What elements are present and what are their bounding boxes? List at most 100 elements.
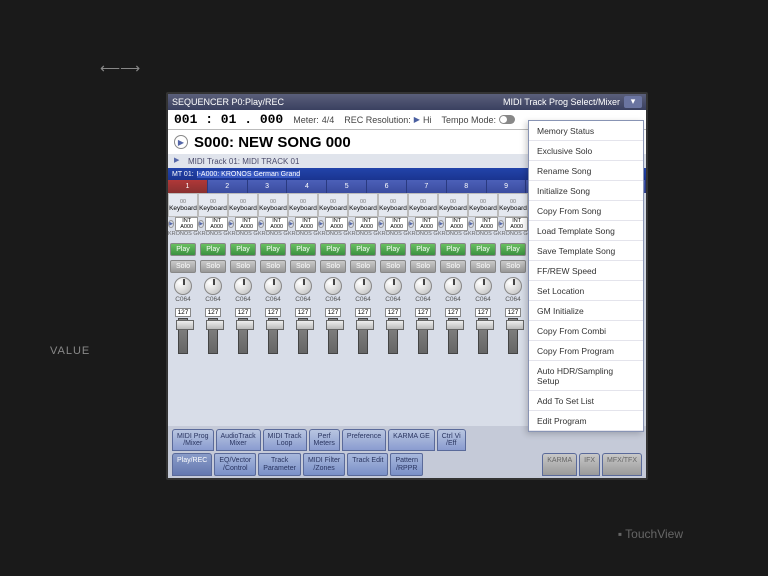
pan-cell[interactable]: C064 (318, 277, 348, 307)
solo-button[interactable]: Solo (290, 260, 316, 273)
track-num-4[interactable]: 4 (287, 180, 327, 193)
bank-prog-cell[interactable]: ▶INT A000 (468, 217, 498, 231)
category-cell[interactable]: 00Keyboard (348, 193, 378, 217)
pan-cell[interactable]: C064 (198, 277, 228, 307)
bank-prog-cell[interactable]: ▶INT A000 (168, 217, 198, 231)
bank-prog-cell[interactable]: ▶INT A000 (318, 217, 348, 231)
pan-knob[interactable] (474, 277, 492, 295)
pan-knob[interactable] (294, 277, 312, 295)
volume-fader[interactable] (388, 318, 398, 354)
category-cell[interactable]: 00Keyboard (228, 193, 258, 217)
solo-button[interactable]: Solo (440, 260, 466, 273)
track-num-3[interactable]: 3 (248, 180, 288, 193)
pan-knob[interactable] (324, 277, 342, 295)
bank-prog-cell[interactable]: ▶INT A000 (198, 217, 228, 231)
fx-tab[interactable]: MFX/TFX (602, 453, 642, 476)
play-button[interactable]: Play (260, 243, 286, 256)
bank-arrow-icon[interactable]: ▶ (168, 220, 174, 228)
tab[interactable]: KARMA GE (388, 429, 435, 452)
volume-cell[interactable]: 127 (348, 307, 378, 359)
volume-fader[interactable] (328, 318, 338, 354)
pan-knob[interactable] (384, 277, 402, 295)
volume-cell[interactable]: 127 (408, 307, 438, 359)
bank-arrow-icon[interactable]: ▶ (408, 220, 414, 228)
menu-item[interactable]: FF/REW Speed (529, 261, 643, 281)
bank-prog-cell[interactable]: ▶INT A000 (288, 217, 318, 231)
volume-cell[interactable]: 127 (168, 307, 198, 359)
solo-button[interactable]: Solo (410, 260, 436, 273)
menu-item[interactable]: Save Template Song (529, 241, 643, 261)
menu-item[interactable]: Copy From Combi (529, 321, 643, 341)
pan-knob[interactable] (264, 277, 282, 295)
pan-knob[interactable] (204, 277, 222, 295)
volume-fader[interactable] (268, 318, 278, 354)
menu-item[interactable]: Set Location (529, 281, 643, 301)
meter-field[interactable]: Meter: 4/4 (293, 115, 334, 125)
menu-item[interactable]: Load Template Song (529, 221, 643, 241)
track-select-arrow-icon[interactable]: ▶ (174, 156, 184, 166)
volume-cell[interactable]: 127 (498, 307, 528, 359)
bottom-tab[interactable]: MIDI Filter/Zones (303, 453, 345, 476)
bank-arrow-icon[interactable]: ▶ (288, 220, 294, 228)
mt-prog[interactable]: I-A000: KRONOS German Grand (197, 171, 300, 178)
play-button[interactable]: Play (170, 243, 196, 256)
menu-item[interactable]: Copy From Song (529, 201, 643, 221)
category-cell[interactable]: 00Keyboard (378, 193, 408, 217)
pan-knob[interactable] (354, 277, 372, 295)
bank-arrow-icon[interactable]: ▶ (318, 220, 324, 228)
tab[interactable]: PerfMeters (309, 429, 340, 452)
volume-fader[interactable] (478, 318, 488, 354)
menu-caret[interactable]: ▾ (624, 96, 642, 108)
song-select-arrow-icon[interactable]: ▶ (174, 135, 188, 149)
category-cell[interactable]: 00Keyboard (498, 193, 528, 217)
track-num-5[interactable]: 5 (327, 180, 367, 193)
play-button[interactable]: Play (320, 243, 346, 256)
rec-res-field[interactable]: REC Resolution: ▶ Hi (344, 115, 431, 125)
menu-item[interactable]: Initialize Song (529, 181, 643, 201)
category-cell[interactable]: 00Keyboard (198, 193, 228, 217)
menu-item[interactable]: Auto HDR/Sampling Setup (529, 361, 643, 391)
pan-knob[interactable] (234, 277, 252, 295)
volume-fader[interactable] (448, 318, 458, 354)
category-cell[interactable]: 00Keyboard (288, 193, 318, 217)
play-button[interactable]: Play (290, 243, 316, 256)
tab[interactable]: Preference (342, 429, 386, 452)
volume-fader[interactable] (178, 318, 188, 354)
volume-fader[interactable] (508, 318, 518, 354)
tab[interactable]: MIDI TrackLoop (263, 429, 307, 452)
bank-prog-cell[interactable]: ▶INT A000 (378, 217, 408, 231)
tab-playrec[interactable]: Play/REC (172, 453, 212, 476)
pan-cell[interactable]: C064 (468, 277, 498, 307)
bottom-tab[interactable]: EQ/Vector/Control (214, 453, 256, 476)
volume-cell[interactable]: 127 (258, 307, 288, 359)
pan-cell[interactable]: C064 (378, 277, 408, 307)
bottom-tab[interactable]: TrackParameter (258, 453, 301, 476)
bank-prog-cell[interactable]: ▶INT A000 (348, 217, 378, 231)
bank-arrow-icon[interactable]: ▶ (258, 220, 264, 228)
bottom-tab[interactable]: Track Edit (347, 453, 388, 476)
play-button[interactable]: Play (380, 243, 406, 256)
play-button[interactable]: Play (200, 243, 226, 256)
track-num-9[interactable]: 9 (487, 180, 527, 193)
solo-button[interactable]: Solo (230, 260, 256, 273)
volume-cell[interactable]: 127 (288, 307, 318, 359)
pan-cell[interactable]: C064 (288, 277, 318, 307)
volume-fader[interactable] (208, 318, 218, 354)
bank-prog-cell[interactable]: ▶INT A000 (438, 217, 468, 231)
menu-item[interactable]: Memory Status (529, 121, 643, 141)
bank-arrow-icon[interactable]: ▶ (438, 220, 444, 228)
bank-prog-cell[interactable]: ▶INT A000 (408, 217, 438, 231)
track-num-1[interactable]: 1 (168, 180, 208, 193)
category-cell[interactable]: 00Keyboard (258, 193, 288, 217)
menu-item[interactable]: GM Initialize (529, 301, 643, 321)
fx-tab[interactable]: IFX (579, 453, 600, 476)
pan-cell[interactable]: C064 (228, 277, 258, 307)
pan-cell[interactable]: C064 (168, 277, 198, 307)
bank-prog-cell[interactable]: ▶INT A000 (228, 217, 258, 231)
volume-cell[interactable]: 127 (468, 307, 498, 359)
pan-cell[interactable]: C064 (258, 277, 288, 307)
play-button[interactable]: Play (470, 243, 496, 256)
solo-button[interactable]: Solo (500, 260, 526, 273)
solo-button[interactable]: Solo (470, 260, 496, 273)
play-button[interactable]: Play (230, 243, 256, 256)
